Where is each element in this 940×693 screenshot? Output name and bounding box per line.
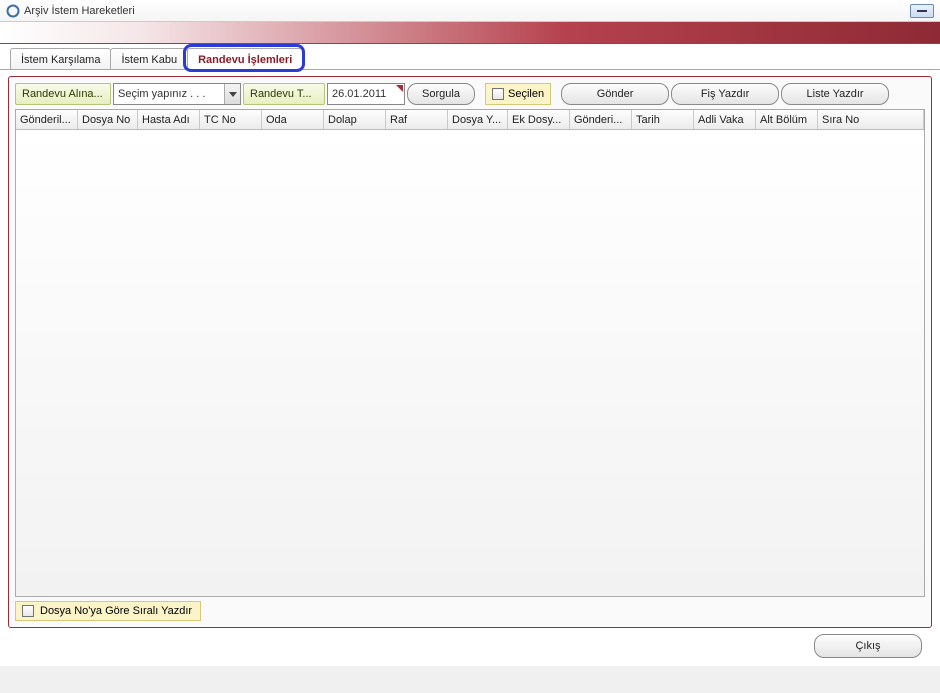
col-tarih[interactable]: Tarih — [632, 110, 694, 129]
label-randevu-tarih: Randevu T... — [243, 83, 325, 105]
col-sira-no[interactable]: Sıra No — [818, 110, 924, 129]
button-label: Fiş Yazdır — [701, 88, 750, 100]
col-oda[interactable]: Oda — [262, 110, 324, 129]
checkbox-icon — [22, 605, 34, 617]
button-label: Liste Yazdır — [807, 88, 864, 100]
fis-yazdir-button[interactable]: Fiş Yazdır — [671, 83, 779, 105]
label-randevu-alinan: Randevu Alına... — [15, 83, 111, 105]
liste-yazdir-button[interactable]: Liste Yazdır — [781, 83, 889, 105]
col-alt-bolum[interactable]: Alt Bölüm — [756, 110, 818, 129]
secilen-checkbox-wrap[interactable]: Seçilen — [485, 83, 551, 105]
window-title: Arşiv İstem Hareketleri — [24, 5, 906, 17]
content-area: Randevu Alına... Seçim yapınız . . . Ran… — [0, 70, 940, 666]
combo-text: Seçim yapınız . . . — [114, 88, 224, 100]
col-dolap[interactable]: Dolap — [324, 110, 386, 129]
checkbox-icon — [492, 88, 504, 100]
grid-body[interactable] — [16, 130, 924, 596]
col-ek-dosy[interactable]: Ek Dosy... — [508, 110, 570, 129]
col-gonderilis[interactable]: Gönderil... — [16, 110, 78, 129]
main-panel: Randevu Alına... Seçim yapınız . . . Ran… — [8, 76, 932, 628]
checkbox-label: Seçilen — [508, 88, 544, 100]
footer: Çıkış — [8, 628, 932, 658]
col-tc-no[interactable]: TC No — [200, 110, 262, 129]
dosya-no-sirali-checkbox[interactable]: Dosya No'ya Göre Sıralı Yazdır — [15, 601, 201, 621]
col-raf[interactable]: Raf — [386, 110, 448, 129]
app-icon — [6, 4, 20, 18]
button-label: Çıkış — [855, 640, 880, 652]
col-adli-vaka[interactable]: Adli Vaka — [694, 110, 756, 129]
date-input[interactable]: 26.01.2011 — [327, 83, 405, 105]
titlebar: Arşiv İstem Hareketleri — [0, 0, 940, 22]
col-dosya-no[interactable]: Dosya No — [78, 110, 138, 129]
data-grid: Gönderil... Dosya No Hasta Adı TC No Oda… — [15, 109, 925, 597]
gonder-button[interactable]: Gönder — [561, 83, 669, 105]
toolbar: Randevu Alına... Seçim yapınız . . . Ran… — [15, 83, 925, 105]
bottom-row: Dosya No'ya Göre Sıralı Yazdır — [15, 601, 925, 621]
combo-secim[interactable]: Seçim yapınız . . . — [113, 83, 241, 105]
grid-header: Gönderil... Dosya No Hasta Adı TC No Oda… — [16, 110, 924, 130]
col-gonderi[interactable]: Gönderi... — [570, 110, 632, 129]
tab-istem-kabu[interactable]: İstem Kabu — [110, 48, 188, 70]
button-label: Gönder — [597, 88, 634, 100]
tab-label: İstem Kabu — [121, 54, 177, 66]
button-label: Sorgula — [422, 88, 460, 100]
tab-label: İstem Karşılama — [21, 54, 100, 66]
col-hasta-adi[interactable]: Hasta Adı — [138, 110, 200, 129]
tab-istem-karsilama[interactable]: İstem Karşılama — [10, 48, 111, 70]
header-banner — [0, 22, 940, 44]
tab-randevu-islemleri[interactable]: Randevu İşlemleri — [187, 48, 303, 70]
tab-row: İstem Karşılama İstem Kabu Randevu İşlem… — [0, 44, 940, 70]
minimize-button[interactable] — [910, 4, 934, 18]
sorgula-button[interactable]: Sorgula — [407, 83, 475, 105]
minimize-icon — [917, 10, 927, 12]
tab-label: Randevu İşlemleri — [198, 54, 292, 66]
cikis-button[interactable]: Çıkış — [814, 634, 922, 658]
checkbox-label: Dosya No'ya Göre Sıralı Yazdır — [40, 605, 192, 617]
chevron-down-icon — [224, 84, 240, 104]
date-value: 26.01.2011 — [332, 88, 386, 100]
col-dosya-y[interactable]: Dosya Y... — [448, 110, 508, 129]
